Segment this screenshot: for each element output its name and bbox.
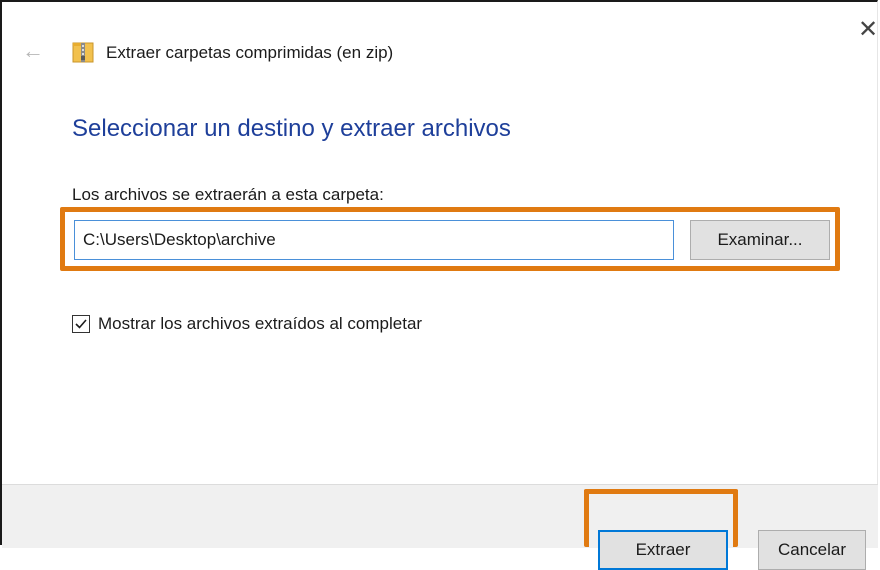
destination-path-input[interactable] [74,220,674,260]
show-files-label: Mostrar los archivos extraídos al comple… [98,314,423,333]
show-files-option[interactable]: Mostrar los archivos extraídos al comple… [72,312,422,336]
window-title: Extraer carpetas comprimidas (en zip) [106,43,394,62]
extract-button[interactable]: Extraer [598,530,728,570]
page-title: Seleccionar un destino y extraer archivo… [72,115,511,142]
arrow-left-icon: ← [22,38,44,63]
zip-folder-icon [72,40,94,64]
dialog-footer [2,484,878,548]
close-icon: ✕ [857,16,879,43]
destination-label: Los archivos se extraerán a esta carpeta… [72,185,384,204]
back-button[interactable]: ← [20,38,46,64]
title-bar: ← Extraer carpetas comprimidas (en zip) … [0,0,880,100]
show-files-checkbox[interactable] [72,315,90,333]
cancel-button[interactable]: Cancelar [758,530,866,570]
checkmark-icon [75,319,87,329]
close-button[interactable]: ✕ [856,18,880,42]
browse-button[interactable]: Examinar... [690,220,830,260]
